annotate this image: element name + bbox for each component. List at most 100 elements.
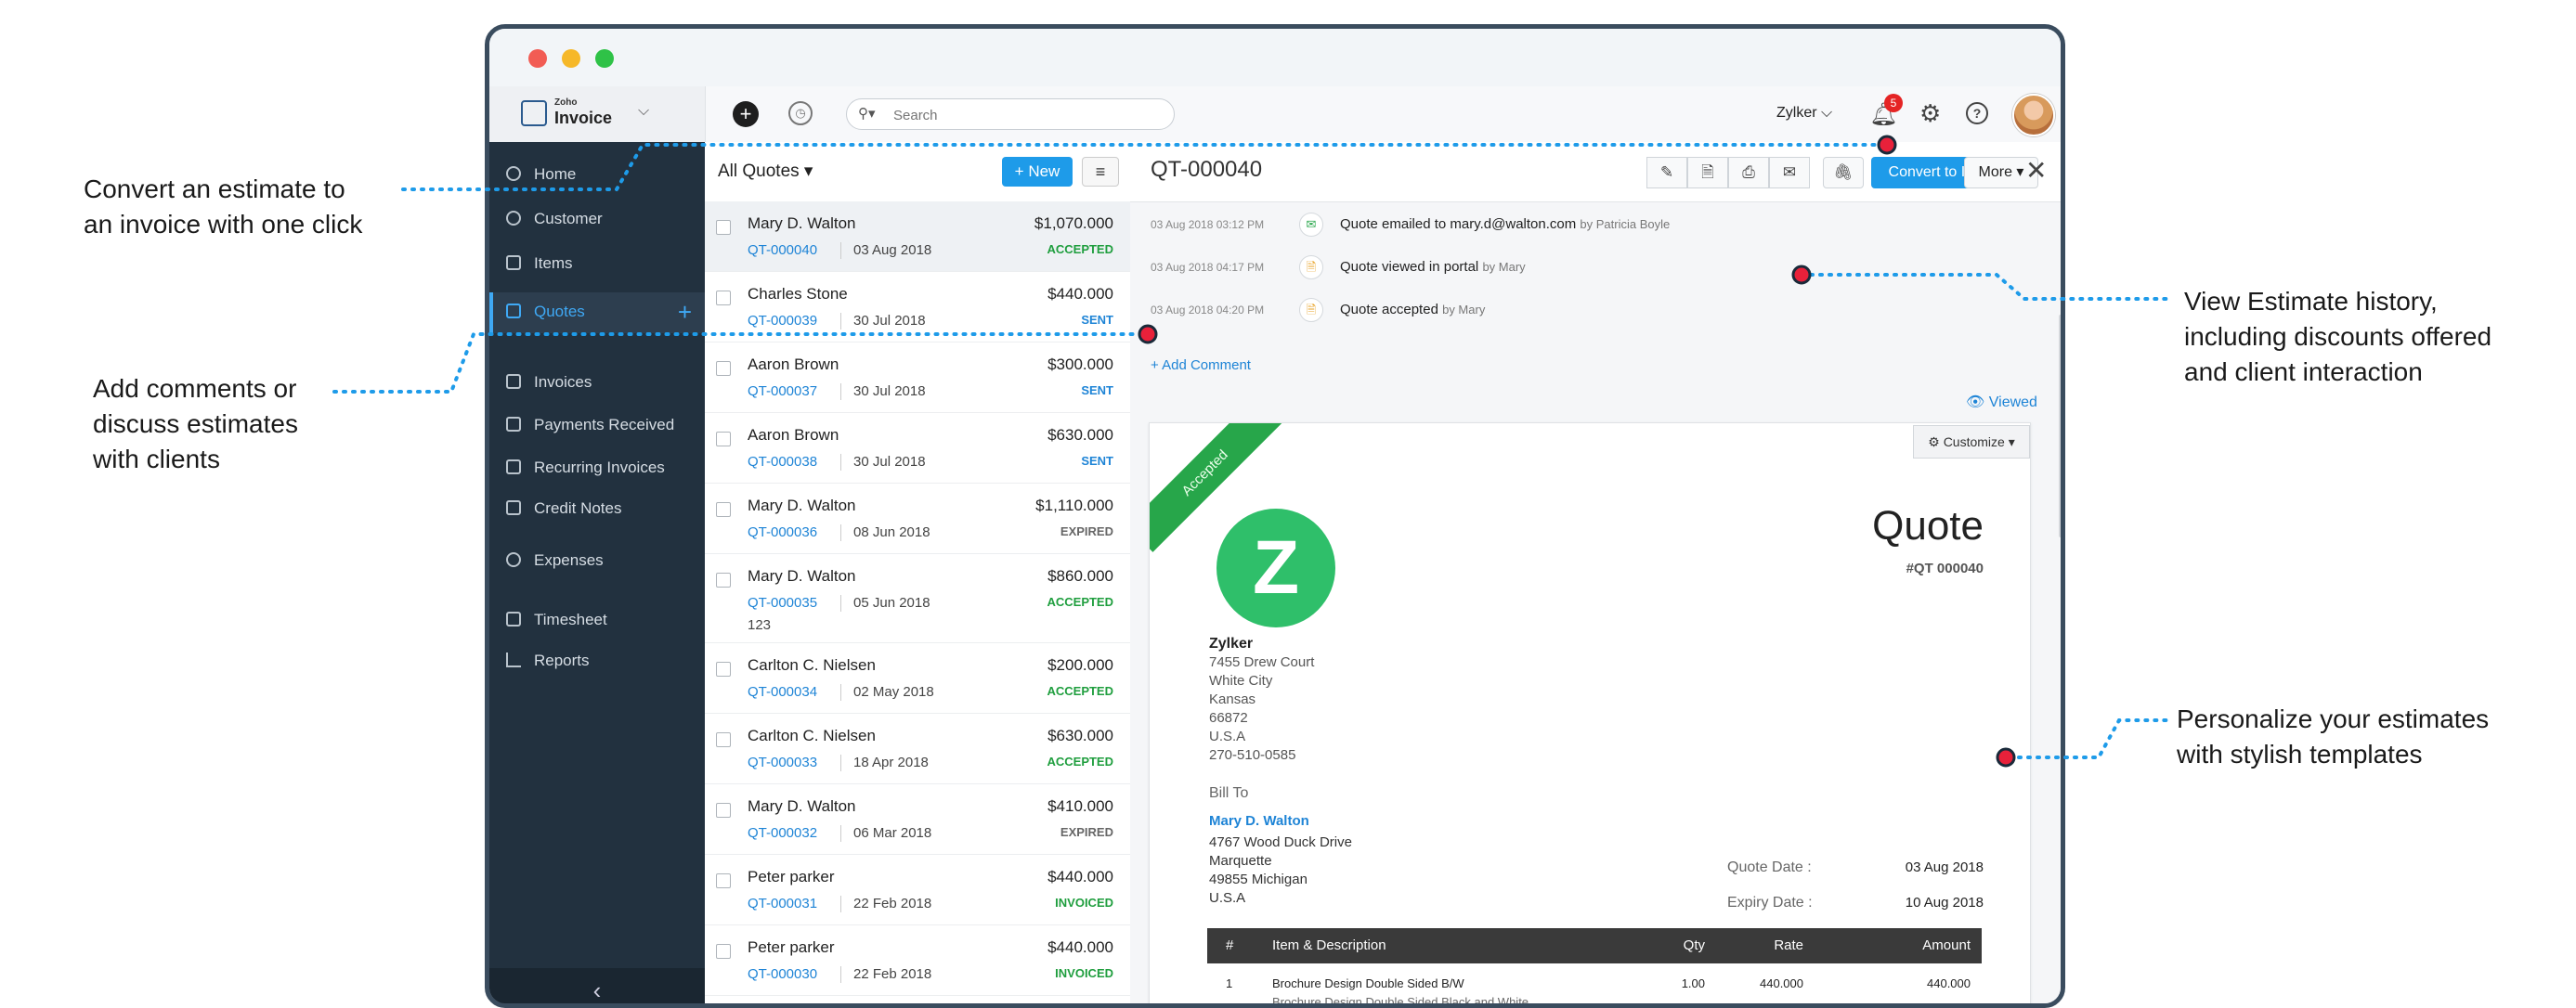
callout-text: View Estimate history,	[2184, 287, 2438, 316]
bill-to-name[interactable]: Mary D. Walton	[1209, 813, 1309, 829]
row-checkbox[interactable]	[716, 291, 731, 305]
history-entry: 03 Aug 2018 04:17 PM 🗎︎ Quote viewed in po…	[1130, 250, 2061, 287]
sidebar-item-timesheet[interactable]: Timesheet	[489, 601, 705, 641]
list-view-selector[interactable]: All Quotes ▾	[718, 161, 813, 182]
col-amount: Amount	[1922, 937, 1971, 953]
row-checkbox[interactable]	[716, 361, 731, 376]
address-line: 270-510-0585	[1209, 747, 1296, 763]
credit-note-icon	[506, 500, 521, 515]
sidebar-item-expenses[interactable]: Expenses	[489, 541, 705, 582]
row-checkbox[interactable]	[716, 873, 731, 888]
quick-create-button[interactable]: +	[733, 101, 759, 127]
search-box[interactable]: ⚲▾	[846, 98, 1175, 130]
quote-number-link[interactable]: QT-000037	[748, 383, 817, 399]
minimize-window-button[interactable]	[562, 49, 580, 68]
brand-switcher[interactable]: Zoho Invoice ⌵	[489, 86, 706, 142]
row-checkbox[interactable]	[716, 662, 731, 677]
quote-number-link[interactable]: QT-000040	[748, 242, 817, 258]
quote-number-link[interactable]: QT-000031	[748, 896, 817, 911]
row-checkbox[interactable]	[716, 432, 731, 446]
organization-switcher[interactable]: Zylker ⌵	[1776, 105, 1832, 122]
new-quote-button[interactable]: + New	[1002, 157, 1073, 187]
avatar[interactable]	[2012, 94, 2055, 136]
sidebar-item-quotes[interactable]: Quotes +	[489, 292, 705, 333]
add-comment-link[interactable]: + Add Comment	[1151, 357, 1251, 373]
status-badge: INVOICED	[1055, 966, 1113, 980]
row-checkbox[interactable]	[716, 944, 731, 959]
table-row[interactable]: Mary D. Walton $410.000 QT-000032 06 Mar 20…	[705, 784, 1130, 855]
customer-name: Carlton C. Nielsen	[748, 727, 876, 744]
table-row[interactable]: Charles Stone $440.000 QT-000039 30 Jul 201…	[705, 272, 1130, 342]
table-row[interactable]: Mary D. Walton $1,070.000 QT-000040 03 Aug …	[705, 201, 1130, 272]
sidebar-item-label: Credit Notes	[534, 499, 622, 517]
address-line: 66872	[1209, 710, 1248, 726]
list-header: All Quotes ▾ + New ≡	[705, 142, 1130, 202]
history-entry: 03 Aug 2018 03:12 PM ✉ Quote emailed to ma…	[1130, 207, 2061, 244]
quote-number-link[interactable]: QT-000036	[748, 524, 817, 540]
address-line: 49855 Michigan	[1209, 872, 1308, 887]
close-window-button[interactable]	[528, 49, 547, 68]
print-icon[interactable]: ⎙	[1728, 157, 1769, 188]
sidebar-item-payments-received[interactable]: Payments Received	[489, 406, 705, 446]
sidebar-item-credit-notes[interactable]: Credit Notes	[489, 489, 705, 530]
sidebar-item-reports[interactable]: Reports	[489, 641, 705, 682]
table-row[interactable]: Mary D. Walton $860.000 QT-000035 05 Jun 20…	[705, 554, 1130, 643]
row-checkbox[interactable]	[716, 502, 731, 517]
table-row[interactable]: Peter parker $440.000 QT-000031 22 Feb 2018…	[705, 855, 1130, 925]
table-row[interactable]: Carlton C. Nielsen $200.000 QT-000034 02 Ma…	[705, 643, 1130, 714]
sidebar-item-customer[interactable]: Customer	[489, 200, 705, 240]
quote-amount: $440.000	[1047, 938, 1113, 956]
items-table-header: # Item & Description Qty Rate Amount	[1207, 928, 1982, 963]
quote-date: 06 Mar 2018	[853, 825, 932, 841]
search-icon[interactable]: ⚲▾	[858, 105, 876, 122]
quote-number-link[interactable]: QT-000039	[748, 313, 817, 329]
table-row[interactable]: Carlton C. Nielsen $630.000 QT-000033 18 Ap…	[705, 714, 1130, 784]
quote-number-link[interactable]: QT-000032	[748, 825, 817, 841]
sidebar-item-items[interactable]: Items	[489, 244, 705, 285]
table-row[interactable]: Aaron Brown $300.000 QT-000037 30 Jul 2018 S…	[705, 342, 1130, 413]
pdf-icon[interactable]: 🗎︎	[1687, 157, 1728, 188]
row-divider	[840, 896, 841, 912]
search-input[interactable]	[891, 104, 1164, 126]
maximize-window-button[interactable]	[595, 49, 614, 68]
col-desc: Item & Description	[1272, 937, 1386, 953]
scrollbar[interactable]	[2059, 315, 2061, 537]
table-row[interactable]: Peter parker $440.000 QT-000030 22 Feb 2018…	[705, 925, 1130, 996]
row-divider	[840, 524, 841, 541]
quote-icon	[506, 304, 521, 318]
paperclip-icon[interactable]: 🖇︎	[1823, 157, 1864, 188]
list-menu-button[interactable]: ≡	[1082, 157, 1119, 187]
quote-number-link[interactable]: QT-000030	[748, 966, 817, 982]
row-checkbox[interactable]	[716, 220, 731, 235]
mail-icon[interactable]: ✉	[1769, 157, 1810, 188]
customize-button[interactable]: ⚙ Customize ▾	[1913, 425, 2030, 459]
sidebar-item-label: Items	[534, 254, 573, 272]
table-row[interactable]: Mary D. Walton $1,110.000 QT-000036 08 Jun …	[705, 484, 1130, 554]
quote-number-link[interactable]: QT-000034	[748, 684, 817, 700]
sidebar-item-recurring-invoices[interactable]: Recurring Invoices	[489, 448, 705, 489]
callout-text: with clients	[93, 445, 220, 473]
col-num: #	[1226, 937, 1234, 953]
sidebar-item-home[interactable]: Home	[489, 155, 705, 196]
quote-number-link[interactable]: QT-000035	[748, 595, 817, 611]
sidebar-item-invoices[interactable]: Invoices	[489, 363, 705, 404]
quote-number-link[interactable]: QT-000033	[748, 755, 817, 770]
table-row[interactable]: Aaron Brown $630.000 QT-000038 30 Jul 2018 S…	[705, 413, 1130, 484]
gear-icon[interactable]: ⚙	[1919, 99, 1941, 128]
row-checkbox[interactable]	[716, 732, 731, 747]
customer-name: Mary D. Walton	[748, 497, 856, 514]
new-label: New	[1028, 162, 1060, 180]
row-checkbox[interactable]	[716, 803, 731, 818]
row-divider	[840, 684, 841, 701]
close-icon[interactable]: ✕	[2025, 155, 2047, 186]
quote-date: 30 Jul 2018	[853, 454, 926, 470]
item-row: 1 Brochure Design Double Sided B/W Brochur…	[1207, 965, 1982, 1003]
quote-number-link[interactable]: QT-000038	[748, 454, 817, 470]
recent-history-icon[interactable]: ◷	[788, 101, 813, 125]
quote-date-value: 03 Aug 2018	[1905, 859, 1984, 875]
add-quote-icon[interactable]: +	[678, 298, 692, 327]
row-checkbox[interactable]	[716, 573, 731, 588]
help-icon[interactable]: ?	[1966, 102, 1988, 124]
edit-icon[interactable]: ✎	[1646, 157, 1687, 188]
collapse-sidebar-button[interactable]: ‹	[489, 968, 705, 1003]
